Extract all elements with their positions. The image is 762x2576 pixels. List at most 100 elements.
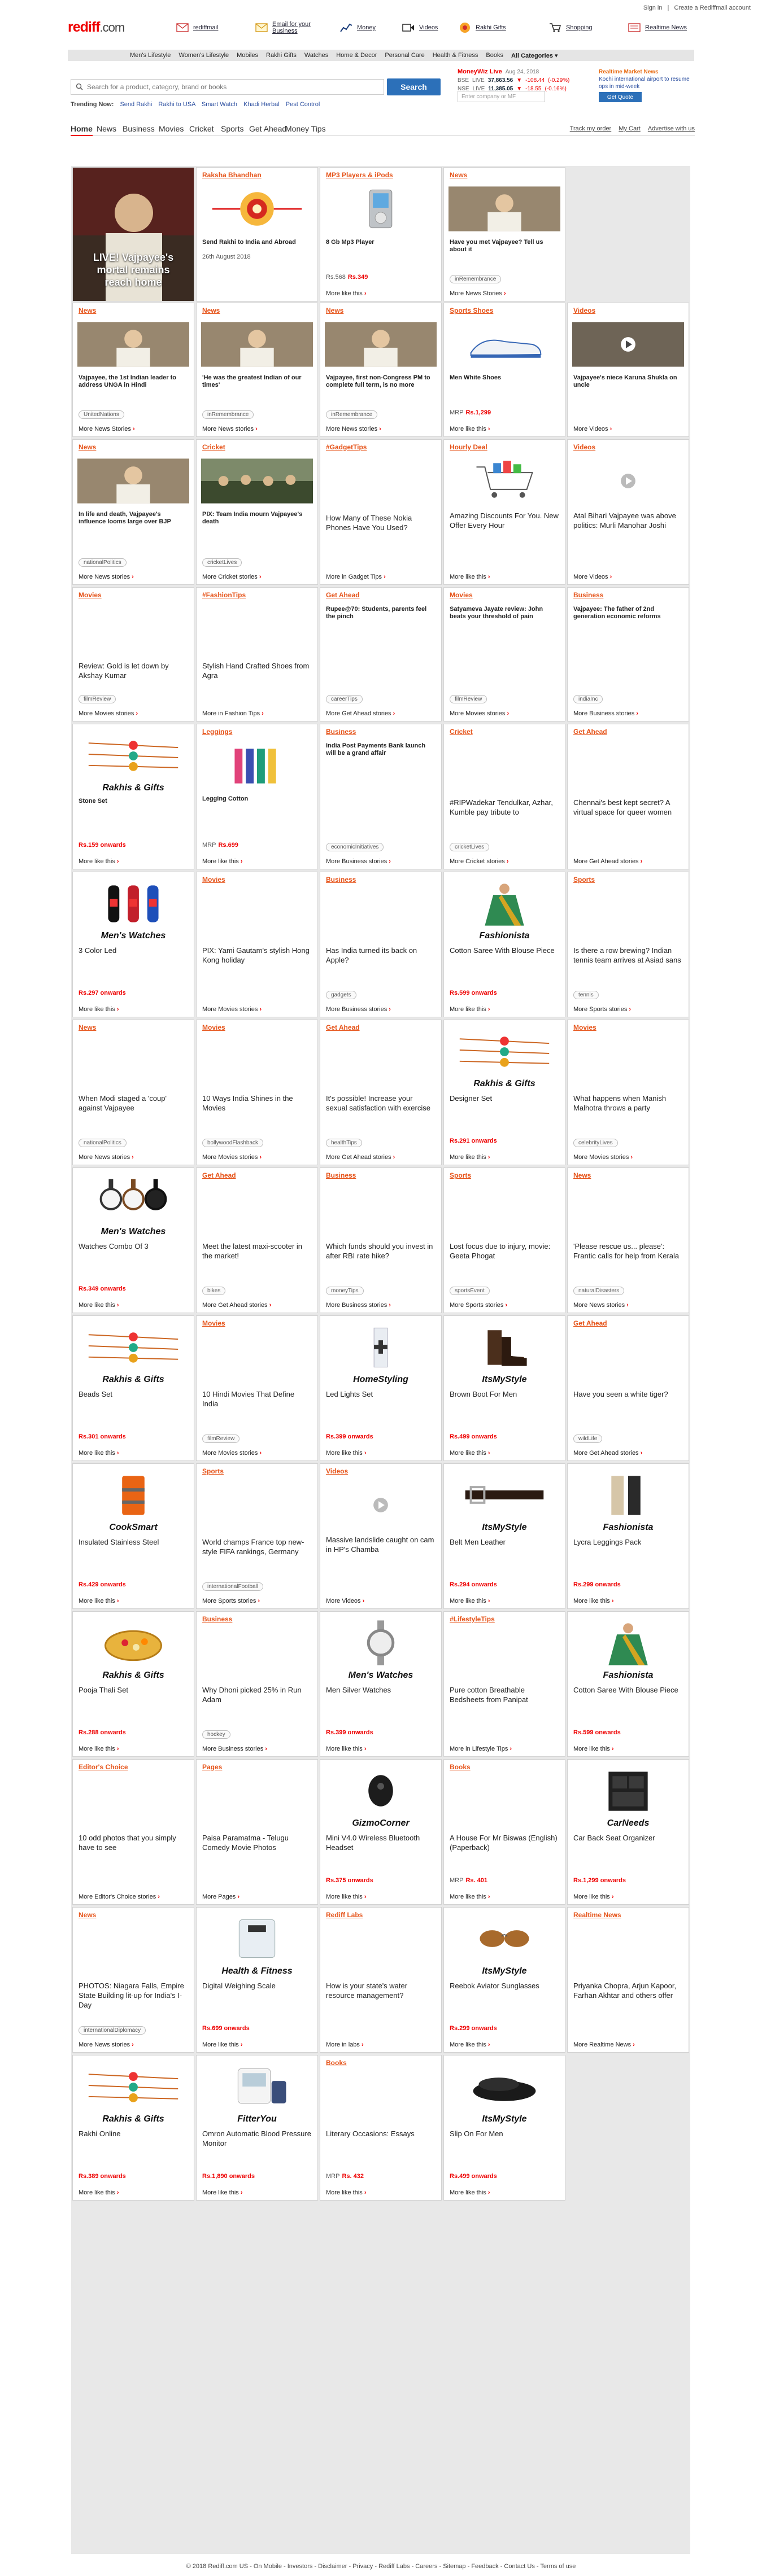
more-link[interactable]: More Get Ahead stories: [326, 710, 395, 717]
topic-tag[interactable]: cricketLives: [202, 558, 242, 567]
card-headline[interactable]: Amazing Discounts For You. New Offer Eve…: [450, 511, 559, 530]
content-card[interactable]: Sports World champs France top new-style …: [196, 1463, 318, 1609]
card-headline[interactable]: Have you seen a white tiger?: [573, 1389, 683, 1399]
content-card[interactable]: ItsMyStyle Slip On For Men Rs.499 onwards M…: [443, 2055, 565, 2201]
content-card[interactable]: Get Ahead Chennai's best kept secret? A v…: [567, 724, 689, 869]
get-quote-button[interactable]: Get Quote: [599, 92, 642, 102]
create-account-link[interactable]: Create a Rediffmail account: [674, 5, 751, 11]
card-headline[interactable]: Stone Set: [79, 798, 188, 805]
topic-tag[interactable]: indiaInc: [573, 695, 603, 703]
card-category-link[interactable]: Get Ahead: [573, 1319, 607, 1327]
more-link[interactable]: More Cricket stories: [450, 858, 509, 865]
card-headline[interactable]: Review: Gold is let down by Akshay Kumar: [79, 661, 188, 680]
more-link[interactable]: More Sports stories: [202, 1598, 260, 1604]
card-headline[interactable]: Belt Men Leather: [450, 1537, 559, 1547]
card-headline[interactable]: Meet the latest maxi-scooter in the mark…: [202, 1241, 312, 1261]
topic-tag[interactable]: nationalPolitics: [79, 558, 127, 567]
topic-tag[interactable]: filmReview: [202, 1434, 240, 1443]
content-card[interactable]: Men's Watches Watches Combo Of 3 Rs.349 on…: [72, 1167, 194, 1313]
tab-sports[interactable]: Sports: [221, 124, 243, 133]
card-category-link[interactable]: Raksha Bhandhan: [202, 171, 262, 179]
more-link[interactable]: More News stories: [326, 426, 381, 432]
card-category-link[interactable]: Sports Shoes: [450, 307, 493, 314]
card-headline[interactable]: Which funds should you invest in after R…: [326, 1241, 436, 1261]
nav-item-all-categories[interactable]: All Categories ▾: [511, 52, 558, 59]
content-card[interactable]: Realtime News Priyanka Chopra, Arjun Kapo…: [567, 1907, 689, 2053]
card-headline[interactable]: Insulated Stainless Steel: [79, 1537, 188, 1547]
card-headline[interactable]: Pure cotton Breathable Bedsheets from Pa…: [450, 1685, 559, 1704]
nav-item-personal-care[interactable]: Personal Care: [385, 52, 424, 59]
nav-item-rakhi-gifts[interactable]: Rakhi Gifts: [266, 52, 297, 59]
topic-tag[interactable]: naturalDisasters: [573, 1287, 625, 1295]
content-card[interactable]: Fashionista Cotton Saree With Blouse Piec…: [567, 1611, 689, 1757]
card-category-link[interactable]: News: [79, 1024, 96, 1031]
topic-tag[interactable]: filmReview: [450, 695, 487, 703]
card-headline[interactable]: Cotton Saree With Blouse Piece: [450, 946, 559, 955]
content-card[interactable]: Business Vajpayee: The father of 2nd gene…: [567, 587, 689, 721]
content-card[interactable]: Hourly Deal Amazing Discounts For You. Ne…: [443, 439, 565, 585]
content-card[interactable]: Movies 10 Ways India Shines in the Movies…: [196, 1020, 318, 1165]
content-card[interactable]: #LifestyleTips Pure cotton Breathable Bed…: [443, 1611, 565, 1757]
card-headline[interactable]: #RIPWadekar Tendulkar, Azhar, Kumble pay…: [450, 798, 559, 817]
more-link[interactable]: More Videos: [573, 426, 612, 432]
more-link[interactable]: More Movies stories: [573, 1154, 633, 1161]
card-thumbnail[interactable]: [77, 878, 189, 929]
content-card[interactable]: Rakhis & Gifts Pooja Thali Set Rs.288 onwa…: [72, 1611, 194, 1757]
card-headline[interactable]: Pooja Thali Set: [79, 1685, 188, 1695]
card-headline[interactable]: Literary Occasions: Essays: [326, 2129, 436, 2138]
content-card[interactable]: FitterYou Omron Automatic Blood Pressure …: [196, 2055, 318, 2201]
card-headline[interactable]: Legging Cotton: [202, 795, 312, 803]
card-headline[interactable]: Cotton Saree With Blouse Piece: [573, 1685, 683, 1695]
header-link-rediffmail[interactable]: rediffmail: [175, 17, 218, 38]
card-headline[interactable]: Priyanka Chopra, Arjun Kapoor, Farhan Ak…: [573, 1981, 683, 2000]
nav-item-mobiles[interactable]: Mobiles: [237, 52, 258, 59]
content-card[interactable]: News 'Please rescue us... please': Franti…: [567, 1167, 689, 1313]
card-headline[interactable]: Rakhi Online: [79, 2129, 188, 2138]
card-thumbnail[interactable]: [77, 1469, 189, 1520]
my-cart-link[interactable]: My Cart: [619, 125, 641, 132]
card-headline[interactable]: Designer Set: [450, 1094, 559, 1103]
card-category-link[interactable]: Get Ahead: [573, 728, 607, 736]
more-link[interactable]: More like this: [450, 1598, 490, 1604]
card-category-link[interactable]: Books: [326, 2059, 347, 2067]
tab-get-ahead[interactable]: Get Ahead: [249, 124, 286, 133]
card-thumbnail[interactable]: [449, 319, 560, 370]
card-headline[interactable]: Paisa Paramatma - Telugu Comedy Movie Ph…: [202, 1833, 312, 1852]
topic-tag[interactable]: filmReview: [79, 695, 116, 703]
more-link[interactable]: More in Gadget Tips: [326, 574, 386, 580]
tab-home[interactable]: Home: [71, 124, 93, 136]
more-link[interactable]: More in labs: [326, 2041, 364, 2048]
card-category-link[interactable]: MP3 Players & iPods: [326, 171, 393, 179]
card-thumbnail[interactable]: [77, 456, 189, 506]
more-link[interactable]: More like this: [326, 1450, 367, 1457]
content-card[interactable]: Videos Massive landslide caught on cam in…: [320, 1463, 442, 1609]
tab-business[interactable]: Business: [123, 124, 155, 133]
content-card[interactable]: Leggings Legging Cotton MRP Rs.699 More like…: [196, 724, 318, 869]
card-thumbnail[interactable]: [77, 2061, 189, 2112]
card-headline[interactable]: Slip On For Men: [450, 2129, 559, 2138]
realtime-market-news[interactable]: Realtime Market News Kochi international…: [599, 68, 695, 90]
content-card[interactable]: Sports Lost focus due to injury, movie: G…: [443, 1167, 565, 1313]
card-headline[interactable]: Beads Set: [79, 1389, 188, 1399]
content-card[interactable]: Business India Post Payments Bank launch …: [320, 724, 442, 869]
card-thumbnail[interactable]: [77, 1617, 189, 1668]
card-headline[interactable]: Rupee@70: Students, parents feel the pin…: [326, 606, 436, 620]
topic-tag[interactable]: internationalFootball: [202, 1582, 264, 1591]
topic-tag[interactable]: careerTips: [326, 695, 363, 703]
card-headline[interactable]: A House For Mr Biswas (English) (Paperba…: [450, 1833, 559, 1852]
topic-tag[interactable]: inRemembrance: [202, 410, 254, 419]
more-link[interactable]: More Business stories: [326, 1006, 391, 1013]
card-thumbnail[interactable]: [449, 183, 560, 234]
card-category-link[interactable]: News: [202, 307, 220, 314]
card-headline[interactable]: 3 Color Led: [79, 946, 188, 955]
more-link[interactable]: More Editor's Choice stories: [79, 1893, 160, 1900]
card-category-link[interactable]: News: [79, 307, 96, 314]
card-headline[interactable]: Atal Bihari Vajpayee was above politics:…: [573, 511, 683, 530]
card-thumbnail[interactable]: [449, 1913, 560, 1964]
more-link[interactable]: More Videos: [326, 1598, 364, 1604]
card-thumbnail[interactable]: [449, 1322, 560, 1372]
card-category-link[interactable]: Get Ahead: [326, 1024, 360, 1031]
card-headline[interactable]: Digital Weighing Scale: [202, 1981, 312, 1991]
content-card[interactable]: News Vajpayee, first non-Congress PM to c…: [320, 303, 442, 437]
content-card[interactable]: HomeStyling Led Lights Set Rs.399 onwards M…: [320, 1315, 442, 1461]
